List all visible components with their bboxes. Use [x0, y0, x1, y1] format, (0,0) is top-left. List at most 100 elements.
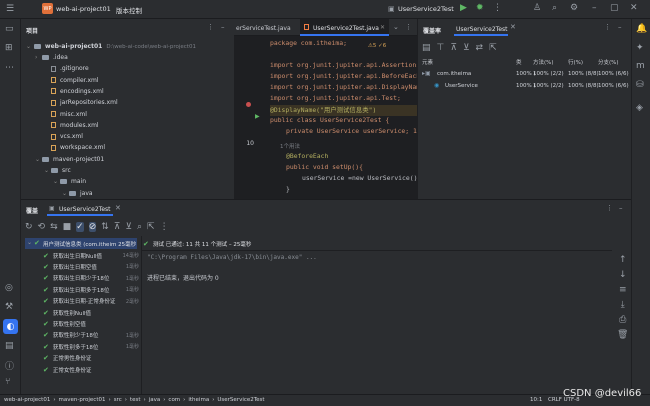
close-icon[interactable]: ✕: [630, 3, 638, 13]
terminal-icon[interactable]: ▤: [5, 341, 14, 351]
coverage-panel-icon[interactable]: ◈: [636, 103, 643, 113]
editor-tab-active[interactable]: UserService2Test.java ✕: [300, 19, 389, 36]
more-tools-icon[interactable]: ⋯: [5, 63, 14, 73]
cursor-position[interactable]: 10:1: [530, 397, 542, 403]
test-row[interactable]: ✔ 获取性别空值: [43, 318, 139, 329]
tree-item[interactable]: encodings.xml: [44, 86, 104, 97]
coverage-column-0[interactable]: 元素: [422, 58, 433, 66]
coverage-column-3[interactable]: 行(%): [568, 58, 583, 66]
test-row[interactable]: ✔ 获取出生日期Null值 14毫秒: [43, 250, 139, 261]
expand-icon[interactable]: ⊼: [450, 43, 457, 53]
collapse-icon[interactable]: ⊻: [463, 43, 470, 53]
toggle-autotest-icon[interactable]: ⇆: [50, 222, 58, 232]
tree-item[interactable]: compiler.xml: [44, 75, 99, 86]
git-icon[interactable]: ⑂: [5, 377, 10, 387]
coverage-row[interactable]: ▸▣ com.itheima 100% (100% (2/2) 100% (8/8) 1…: [418, 69, 632, 80]
test-row[interactable]: ✔ 正常女性身份证: [43, 364, 139, 375]
show-ignored-icon[interactable]: ⊘: [88, 222, 97, 232]
hide-coverage-icon[interactable]: –: [618, 23, 622, 31]
account-icon[interactable]: ♙: [533, 3, 541, 13]
run-config-selector[interactable]: UserService2Test: [398, 5, 454, 13]
code-line[interactable]: public class UserService2Test {: [270, 116, 389, 127]
tree-item[interactable]: misc.xml: [44, 109, 87, 120]
coverage-row[interactable]: ◉ UserService 100% (100% (2/2) 100% (8/8) 10…: [418, 81, 632, 92]
test-row[interactable]: ✔ 获取性别少于18位 1毫秒: [43, 330, 139, 341]
tabs-dropdown-icon[interactable]: ⌄: [393, 23, 399, 31]
code-line[interactable]: import org.junit.jupiter.api.Assertions: [270, 61, 420, 72]
breadcrumb-item[interactable]: test: [130, 397, 141, 403]
search-icon[interactable]: ⌕: [552, 3, 557, 13]
rerun-icon[interactable]: ↻: [25, 222, 33, 232]
rerun-failed-icon[interactable]: ⟲: [38, 222, 46, 232]
test-row[interactable]: ✔ 正常男性身份证: [43, 353, 139, 364]
code-line[interactable]: import org.junit.jupiter.api.BeforeEach: [270, 72, 420, 83]
maven-icon[interactable]: m: [636, 61, 645, 71]
test-row[interactable]: ✔ 获取出生日期少于18位 1毫秒: [43, 273, 139, 284]
tree-item[interactable]: jarRepositories.xml: [44, 97, 118, 108]
sort-icon[interactable]: ⇅: [101, 222, 109, 232]
code-line[interactable]: import org.junit.jupiter.api.Test;: [270, 94, 401, 105]
test-row[interactable]: ✔ 获取出生日期-正常身份证 2毫秒: [43, 296, 139, 307]
run-more-icon[interactable]: ⋮: [160, 222, 169, 232]
database-icon[interactable]: ⛁: [636, 80, 644, 90]
breadcrumb-item[interactable]: src: [114, 397, 122, 403]
code-line[interactable]: public void setUp(){: [286, 163, 363, 174]
project-tool-icon[interactable]: ▭: [5, 24, 14, 34]
notifications-icon[interactable]: 🔔: [636, 24, 647, 34]
breakpoint-marker[interactable]: [246, 102, 251, 107]
run-icon[interactable]: ▶: [460, 3, 467, 13]
coverage-options-icon[interactable]: ⋮: [604, 23, 611, 31]
tree-item[interactable]: ⌄ java: [62, 188, 93, 199]
tree-item[interactable]: ⌄ src: [44, 165, 71, 176]
code-line[interactable]: private UserService userService; 12: [286, 127, 421, 138]
run-options-icon[interactable]: ⋮: [606, 204, 613, 212]
tree-item[interactable]: workspace.xml: [44, 142, 105, 153]
minimize-icon[interactable]: –: [592, 3, 597, 13]
coverage-column-1[interactable]: 类: [516, 58, 522, 66]
inspection-widget[interactable]: ⚠5 ✓6: [368, 43, 386, 49]
tree-root[interactable]: ⌄ web-ai-project01 D:\web-ai-code\web-ai…: [26, 41, 196, 52]
breadcrumb-item[interactable]: com: [168, 397, 180, 403]
coverage-tab[interactable]: UserService2Test: [454, 21, 508, 36]
build-icon[interactable]: ⚒: [5, 302, 13, 312]
ai-assistant-icon[interactable]: ✦: [636, 43, 644, 53]
code-line[interactable]: import org.junit.jupiter.api.DisplayName: [270, 83, 424, 94]
run-gutter-icon[interactable]: ▶: [255, 113, 260, 120]
structure-tool-icon[interactable]: ⊞: [5, 43, 13, 53]
coverage-tool-icon[interactable]: ◐: [3, 319, 18, 334]
settings-icon[interactable]: ⚙: [570, 3, 578, 13]
breadcrumb-item[interactable]: java: [149, 397, 161, 403]
breadcrumb-item[interactable]: UserService2Test: [217, 397, 264, 403]
close-run-tab-icon[interactable]: ✕: [115, 204, 121, 212]
search-tests-icon[interactable]: ⌕: [137, 222, 142, 232]
scroll-down-icon[interactable]: ↓: [617, 270, 628, 280]
coverage-column-2[interactable]: 方法(%): [533, 58, 554, 66]
test-row[interactable]: ✔ 获取性别多于18位 1毫秒: [43, 341, 139, 352]
run-tab[interactable]: ▣ UserService2Test: [47, 201, 113, 216]
print-icon[interactable]: ⎙: [617, 315, 628, 325]
code-line[interactable]: userService =new UserService();: [302, 174, 421, 185]
test-row[interactable]: ✔ 获取出生日期空值 1毫秒: [43, 261, 139, 272]
tree-item[interactable]: ⌄ maven-project01: [35, 154, 104, 165]
breadcrumb-item[interactable]: maven-project01: [59, 397, 106, 403]
vcs-selector[interactable]: 版本控制: [116, 5, 142, 15]
stop-icon[interactable]: ■: [63, 222, 72, 232]
usage-hint[interactable]: 1个用法: [280, 142, 300, 150]
flatten-packages-icon[interactable]: ▤: [422, 43, 431, 53]
hide-run-icon[interactable]: –: [619, 204, 623, 212]
close-coverage-tab-icon[interactable]: ✕: [510, 23, 516, 31]
soft-wrap-icon[interactable]: ≡: [617, 285, 628, 295]
scroll-end-icon[interactable]: ⤓: [617, 300, 628, 310]
scroll-up-icon[interactable]: ↑: [617, 255, 628, 265]
services-icon[interactable]: ◎: [5, 283, 13, 293]
project-selector[interactable]: web-ai-project01: [56, 5, 111, 13]
show-passed-icon[interactable]: ✓: [76, 222, 84, 232]
code-line[interactable]: }: [286, 185, 290, 196]
more-actions-icon[interactable]: ⋮: [493, 3, 502, 13]
tree-item[interactable]: › .idea: [35, 52, 68, 63]
code-line[interactable]: @DisplayName("用户测试信息类"): [270, 105, 417, 116]
tree-item[interactable]: modules.xml: [44, 120, 99, 131]
root-test-row[interactable]: ⌄ ✔ 用户测试信息类 (com.itheim 25毫秒: [25, 238, 137, 249]
expand-all-icon[interactable]: ⊼: [114, 222, 121, 232]
problems-icon[interactable]: ⓘ: [5, 359, 14, 372]
